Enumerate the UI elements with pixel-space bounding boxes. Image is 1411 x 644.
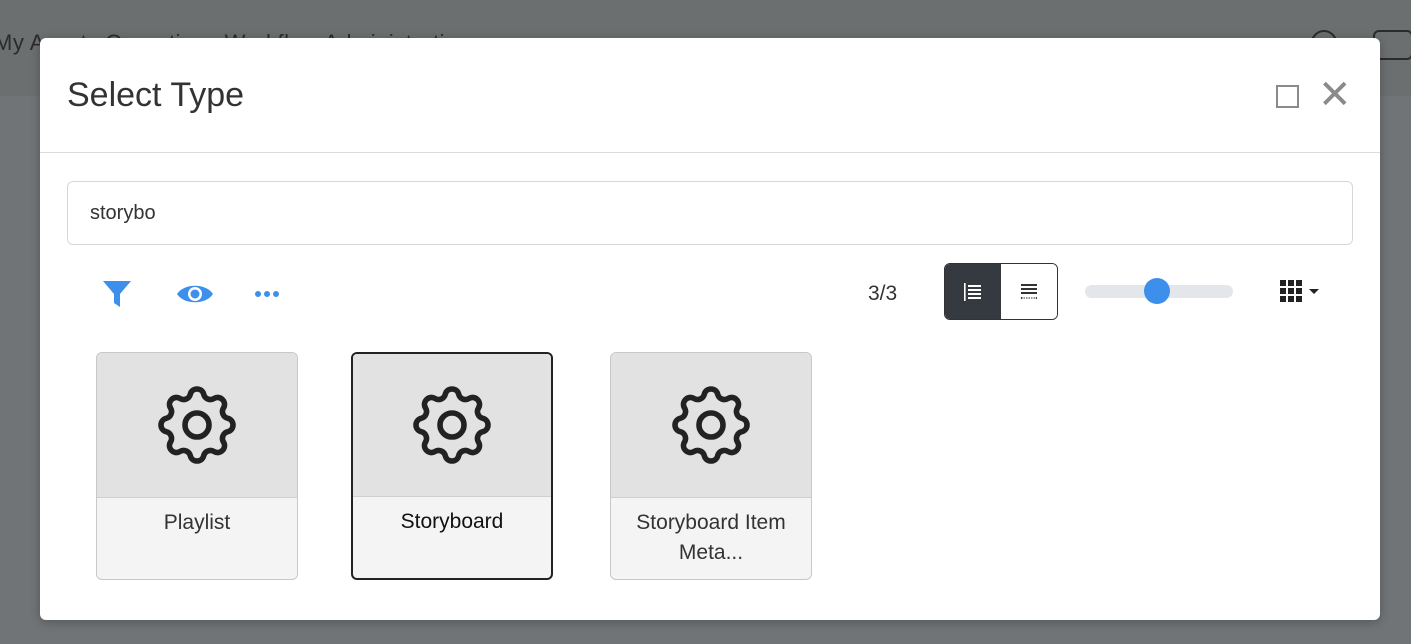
card-label: Storyboard Item Meta...: [636, 511, 786, 564]
eye-icon[interactable]: [176, 281, 214, 307]
list-view-icon: [964, 282, 981, 301]
gear-icon: [672, 386, 750, 464]
ellipsis-icon[interactable]: [254, 289, 282, 299]
result-count: 3/3: [868, 282, 898, 305]
detail-view-icon: [1020, 283, 1038, 300]
card-label: Storyboard: [400, 510, 504, 533]
filter-icon[interactable]: [102, 279, 132, 309]
close-icon[interactable]: ✕: [1318, 75, 1352, 115]
maximize-icon[interactable]: [1276, 85, 1299, 108]
type-card-storyboard[interactable]: Storyboard: [351, 352, 553, 580]
card-thumbnail: [611, 353, 811, 498]
card-thumbnail: [353, 354, 551, 497]
select-type-dialog: Select Type ✕ 3/3: [40, 38, 1380, 620]
dialog-title: Select Type: [67, 76, 245, 114]
card-thumbnail: [97, 353, 297, 498]
caret-down-icon: [1309, 289, 1319, 294]
gear-icon: [413, 386, 491, 464]
dialog-header: Select Type ✕: [40, 38, 1380, 153]
zoom-slider-thumb[interactable]: [1144, 278, 1170, 304]
grid-icon: [1280, 280, 1302, 302]
list-view-button[interactable]: [945, 264, 1001, 319]
search-input[interactable]: [67, 181, 1353, 245]
gear-icon: [158, 386, 236, 464]
card-label: Playlist: [163, 511, 231, 534]
view-mode-toggle: [944, 263, 1058, 320]
type-card-playlist[interactable]: Playlist: [96, 352, 298, 580]
type-card-storyboard-item-meta[interactable]: Storyboard Item Meta...: [610, 352, 812, 580]
layout-dropdown[interactable]: [1280, 280, 1328, 302]
detail-view-button[interactable]: [1001, 264, 1057, 319]
